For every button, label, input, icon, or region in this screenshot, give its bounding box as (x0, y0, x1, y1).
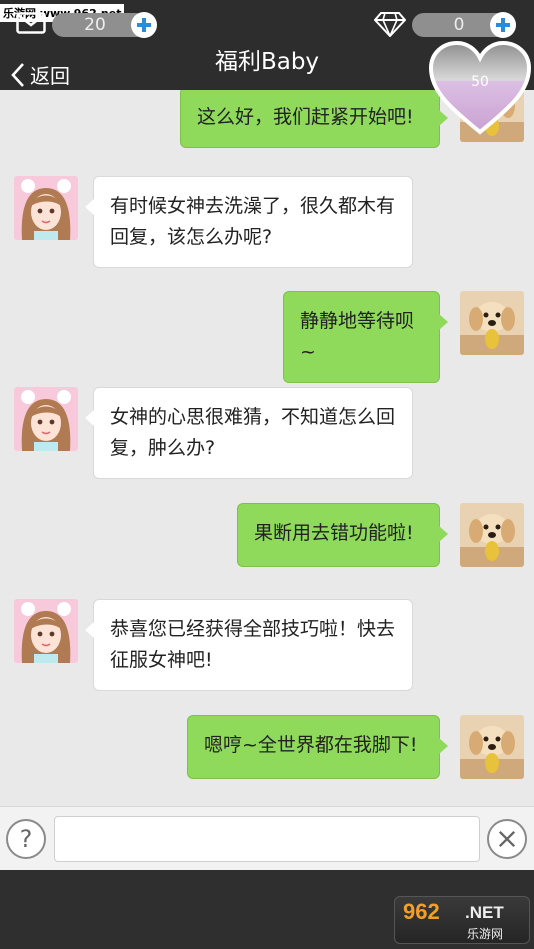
sent-message: 静静地等待呗~ (283, 291, 448, 383)
received-message: 女神的心思很难猜，不知道怎么回复，肿么办? (85, 387, 413, 479)
mail-icon[interactable] (16, 12, 46, 34)
back-button[interactable]: 返回 (10, 60, 70, 89)
site-logo: 962 .NET 乐游网 (394, 896, 530, 944)
received-message: 恭喜您已经获得全部技巧啦！快去征服女神吧! (85, 599, 413, 691)
received-message: 有时候女神去洗澡了，很久都木有回复，该怎么办呢? (85, 176, 413, 268)
logo-domain: .NET (465, 903, 504, 922)
girl-avatar[interactable] (14, 599, 78, 663)
back-label: 返回 (30, 64, 70, 88)
chevron-left-icon (11, 62, 24, 87)
sent-message: 这么好，我们赶紧开始吧! (180, 87, 448, 148)
dog-avatar[interactable] (460, 715, 524, 779)
add-gem-plus-icon[interactable] (490, 12, 516, 38)
girl-avatar[interactable] (14, 387, 78, 451)
logo-text: 乐游网 (467, 927, 504, 941)
sent-message: 果断用去错功能啦! (237, 503, 448, 567)
heart-meter-icon: 50 (428, 40, 532, 135)
sent-message: 嗯哼~全世界都在我脚下! (187, 715, 448, 779)
heart-value: 50 (471, 74, 489, 90)
close-icon[interactable] (487, 819, 527, 859)
logo-number: 962 (403, 899, 440, 924)
dog-avatar[interactable] (460, 503, 524, 567)
help-button[interactable]: ? (6, 819, 46, 859)
input-bar: ? (0, 806, 534, 870)
diamond-icon (374, 12, 406, 37)
add-mail-plus-icon[interactable] (131, 12, 157, 38)
girl-avatar[interactable] (14, 176, 78, 240)
dog-avatar[interactable] (460, 291, 524, 355)
message-input[interactable] (54, 816, 480, 862)
